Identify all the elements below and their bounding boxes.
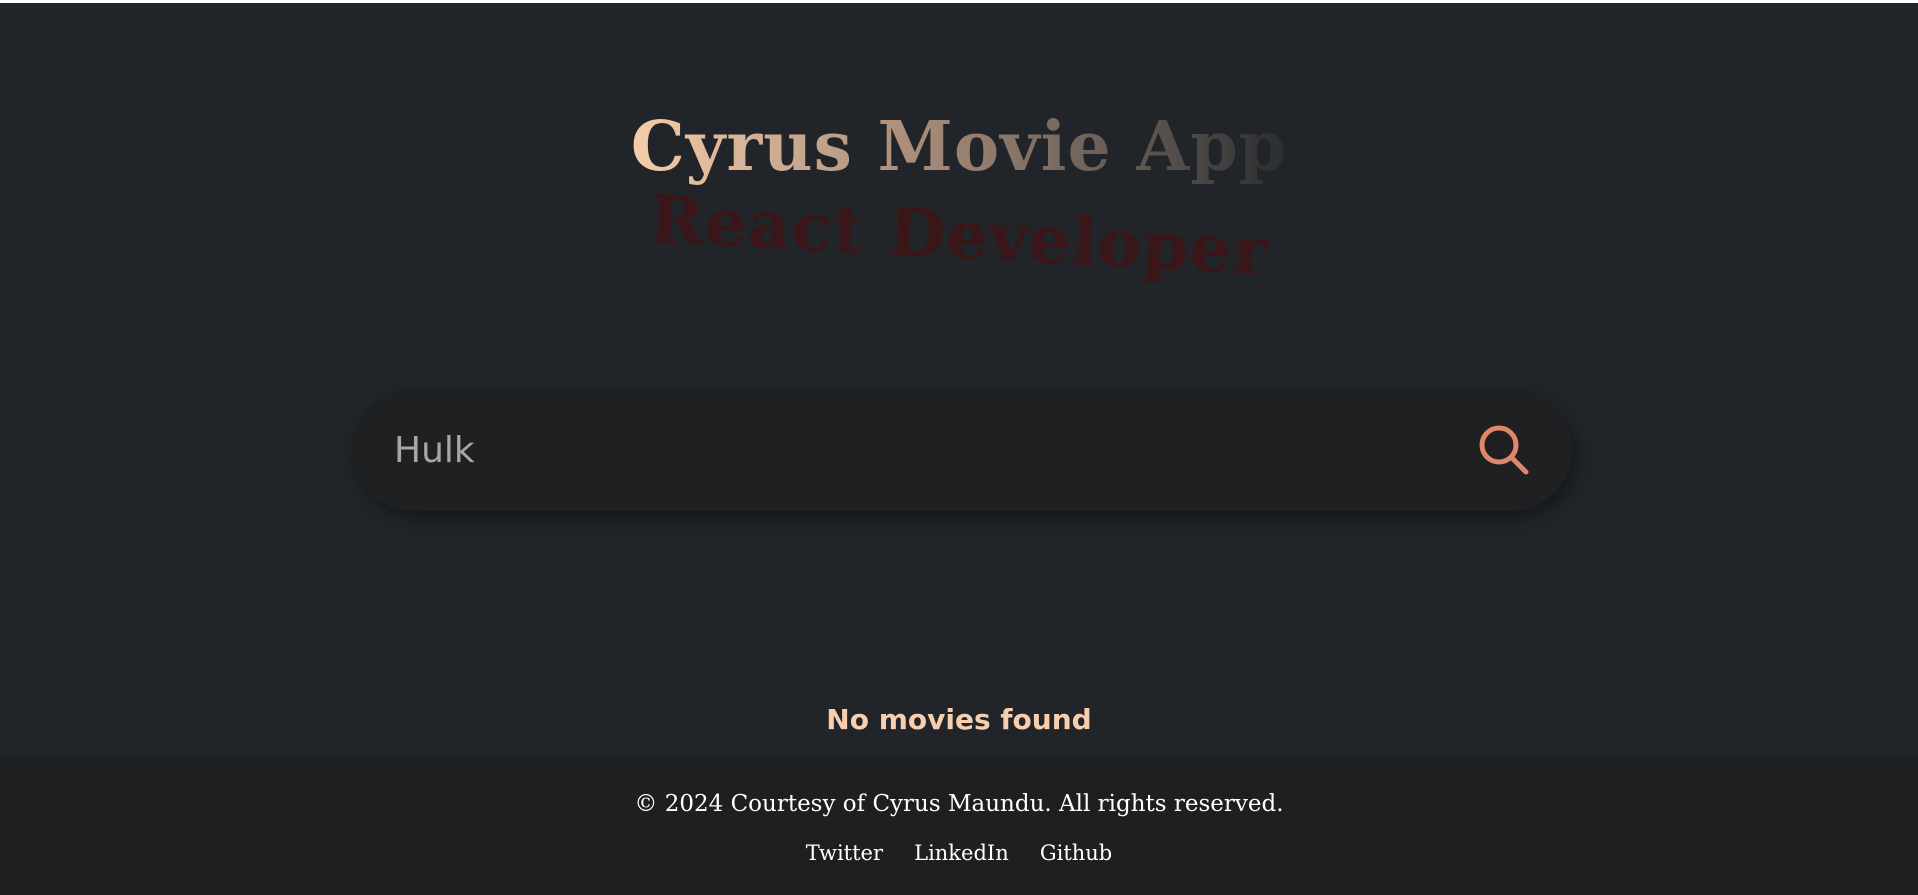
page-subtitle: React Developer xyxy=(0,180,1918,290)
search-icon[interactable] xyxy=(1472,418,1536,482)
footer-link-twitter[interactable]: Twitter xyxy=(806,841,883,865)
header: Cyrus Movie App React Developer xyxy=(0,3,1918,343)
page-subtitle-text: React Developer xyxy=(647,179,1271,291)
page-title: Cyrus Movie App xyxy=(0,107,1918,187)
no-movies-message: No movies found xyxy=(826,703,1092,736)
search-input[interactable] xyxy=(392,419,1472,481)
footer-link-github[interactable]: Github xyxy=(1040,841,1112,865)
footer-links: Twitter LinkedIn Github xyxy=(0,841,1918,865)
search-bar xyxy=(352,389,1572,511)
footer-link-linkedin[interactable]: LinkedIn xyxy=(914,841,1009,865)
app-container: Cyrus Movie App React Developer No movie… xyxy=(0,3,1918,895)
footer-copyright: © 2024 Courtesy of Cyrus Maundu. All rig… xyxy=(634,791,1284,817)
page-title-text: Cyrus Movie App xyxy=(630,107,1288,187)
footer: © 2024 Courtesy of Cyrus Maundu. All rig… xyxy=(0,757,1918,895)
